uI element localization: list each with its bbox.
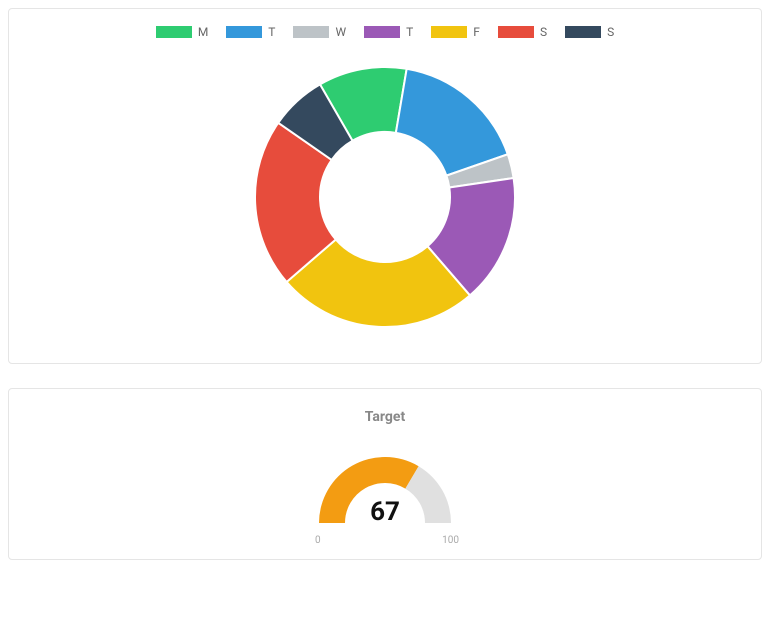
gauge-chart: 67 bbox=[305, 439, 465, 533]
legend-item[interactable]: S bbox=[565, 25, 614, 39]
legend-swatch bbox=[226, 26, 262, 38]
donut-legend: MTWTFSS bbox=[25, 25, 745, 39]
donut-svg bbox=[235, 47, 535, 347]
gauge-tick-min: 0 bbox=[315, 535, 321, 546]
legend-swatch bbox=[431, 26, 467, 38]
legend-swatch bbox=[498, 26, 534, 38]
legend-label: M bbox=[198, 25, 208, 39]
legend-label: T bbox=[406, 25, 413, 39]
legend-item[interactable]: S bbox=[498, 25, 547, 39]
legend-swatch bbox=[565, 26, 601, 38]
legend-item[interactable]: T bbox=[364, 25, 413, 39]
legend-item[interactable]: T bbox=[226, 25, 275, 39]
legend-label: W bbox=[335, 25, 346, 39]
gauge-title: Target bbox=[25, 409, 745, 425]
legend-label: T bbox=[268, 25, 275, 39]
legend-label: S bbox=[540, 25, 547, 39]
legend-swatch bbox=[293, 26, 329, 38]
legend-item[interactable]: W bbox=[293, 25, 346, 39]
legend-label: F bbox=[473, 25, 480, 39]
legend-swatch bbox=[156, 26, 192, 38]
donut-chart-card: MTWTFSS bbox=[8, 8, 762, 364]
legend-item[interactable]: M bbox=[156, 25, 208, 39]
donut-chart bbox=[25, 47, 745, 347]
legend-item[interactable]: F bbox=[431, 25, 480, 39]
legend-swatch bbox=[364, 26, 400, 38]
gauge-tick-max: 100 bbox=[442, 535, 459, 546]
legend-label: S bbox=[607, 25, 614, 39]
gauge-value: 67 bbox=[305, 497, 465, 527]
gauge-chart-card: Target 67 0 100 bbox=[8, 388, 762, 560]
